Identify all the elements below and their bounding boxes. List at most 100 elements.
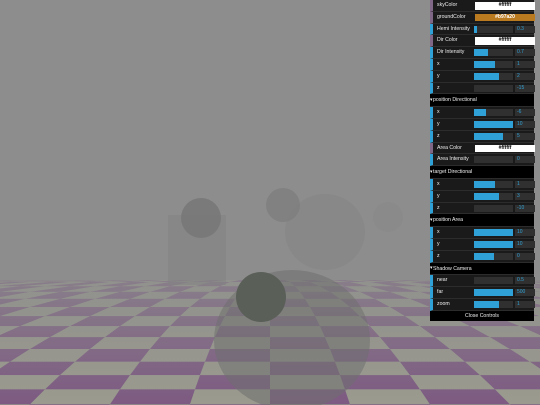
slider-track[interactable] [474,300,513,308]
hemi-intensity-slider[interactable]: Hemi Intensity 0.3 [430,23,535,36]
control-label: near [437,277,448,284]
control-label: z [437,252,440,259]
slider-fill [474,25,478,33]
dir-intensity-slider[interactable]: Dir Intensity 0.7 [430,47,535,59]
number-input[interactable]: 0.3 [515,25,535,33]
pos-dir-x-slider[interactable]: x -6 [430,107,535,119]
control-label: Dir Color [437,37,458,44]
number-input[interactable]: 10 [515,120,535,128]
control-label: x [437,60,440,67]
number-input[interactable]: 2 [515,72,535,80]
slider-track[interactable] [474,49,513,57]
control-label: groundColor [437,13,466,20]
pos-area-z-slider[interactable]: z0 [430,250,535,263]
sphere-middle [266,188,300,222]
dat-gui-panel: skyColor #ffffff groundColor #b97a20 Hemi In… [430,0,535,321]
control-label: x [437,109,440,116]
pos-area-y-slider[interactable]: y 10 [430,238,535,251]
slider-track[interactable] [474,204,513,212]
slider-track[interactable] [474,72,513,80]
color-swatch-input[interactable]: #ffffff [475,2,535,10]
dir-z-slider[interactable]: z -15 [430,82,535,95]
tgt-dir-x-slider[interactable]: x1 [430,178,535,191]
triangle-down-icon: ▾ [430,216,433,223]
folder-target-directional[interactable]: target Directional ▾ [430,166,534,179]
slider-fill [474,60,496,68]
slider-track[interactable] [474,109,513,117]
control-label: y [437,72,440,79]
pos-dir-z-slider[interactable]: z5 [430,130,535,143]
number-input[interactable]: 0 [515,156,535,164]
dir-x-slider[interactable]: x1 [430,58,535,71]
number-input[interactable]: 10 [515,229,535,237]
control-label: Area Color [437,144,462,151]
slider-fill [474,229,513,237]
number-input[interactable]: 10 [515,240,535,248]
dir-color-control[interactable]: Dir Color #ffffff [430,35,535,48]
slider-track[interactable] [474,120,513,128]
slider-track[interactable] [474,192,513,200]
control-label: z [437,84,440,91]
slider-track[interactable] [474,84,513,92]
number-input[interactable]: 3 [515,192,535,200]
shadow-far-slider[interactable]: far 500 [430,287,535,299]
control-label: zoom [437,300,450,307]
slider-track[interactable] [474,180,513,188]
slider-fill [474,109,486,117]
color-swatch-input[interactable]: #ffffff [475,37,535,45]
number-input[interactable]: 1 [515,60,535,68]
pos-area-x-slider[interactable]: x 10 [430,227,535,239]
slider-track[interactable] [474,252,513,260]
slider-track[interactable] [474,277,513,285]
shadow-zoom-slider[interactable]: zoom 1 [430,298,535,311]
pos-dir-y-slider[interactable]: y 10 [430,118,535,131]
number-input[interactable]: 1 [515,180,535,188]
tgt-dir-z-slider[interactable]: z -10 [430,202,535,215]
triangle-down-icon: ▾ [430,168,433,175]
number-input[interactable]: -6 [515,109,535,117]
number-input[interactable]: -15 [515,84,535,92]
number-input[interactable]: 0.5 [515,277,535,285]
slider-track[interactable] [474,240,513,248]
slider-track[interactable] [474,25,513,33]
number-input[interactable]: -10 [515,204,535,212]
folder-title: position Area [433,217,463,224]
control-label: far [437,289,444,296]
folder-position-directional[interactable]: position Directional ▾ [430,94,534,108]
number-input[interactable]: 5 [515,132,535,140]
area-color-control[interactable]: Area Color #ffffff [430,142,535,155]
tgt-dir-y-slider[interactable]: y3 [430,190,535,203]
controls-list: skyColor #ffffff groundColor #b97a20 Hemi In… [430,0,535,311]
control-label: skyColor [437,2,458,8]
dir-y-slider[interactable]: y2 [430,70,535,83]
slider-fill [474,120,513,128]
control-label: x [437,180,440,187]
number-input[interactable]: 0.7 [515,49,535,57]
slider-fill [474,300,500,308]
slider-fill [474,192,500,200]
color-swatch-input[interactable]: #ffffff [475,144,535,153]
groundColor-control[interactable]: groundColor #b97a20 [430,11,535,24]
number-input[interactable]: 500 [515,289,535,297]
slider-track[interactable] [474,289,513,297]
skyColor-control[interactable]: skyColor #ffffff [430,0,535,12]
slider-fill [474,180,496,188]
slider-fill [474,132,504,140]
folder-title: Shadow Camera [433,265,472,272]
folder-shadow-camera[interactable]: Shadow Camera ▾ [430,262,534,276]
triangle-down-icon: ▾ [430,96,433,103]
number-input[interactable]: 1 [515,300,535,308]
slider-track[interactable] [474,60,513,68]
close-controls-button[interactable]: Close Controls [430,310,534,321]
control-label: y [437,240,440,247]
slider-track[interactable] [474,156,513,164]
sphere-left [181,198,221,238]
color-swatch-input[interactable]: #b97a20 [475,13,535,22]
number-input[interactable]: 0 [515,252,535,260]
control-label: Area Intensity [437,156,469,163]
folder-position-area[interactable]: position Area ▾ [430,214,534,228]
slider-track[interactable] [474,229,513,237]
area-intensity-slider[interactable]: Area Intensity 0 [430,154,535,167]
shadow-near-slider[interactable]: near 0.5 [430,275,535,288]
slider-track[interactable] [474,132,513,140]
